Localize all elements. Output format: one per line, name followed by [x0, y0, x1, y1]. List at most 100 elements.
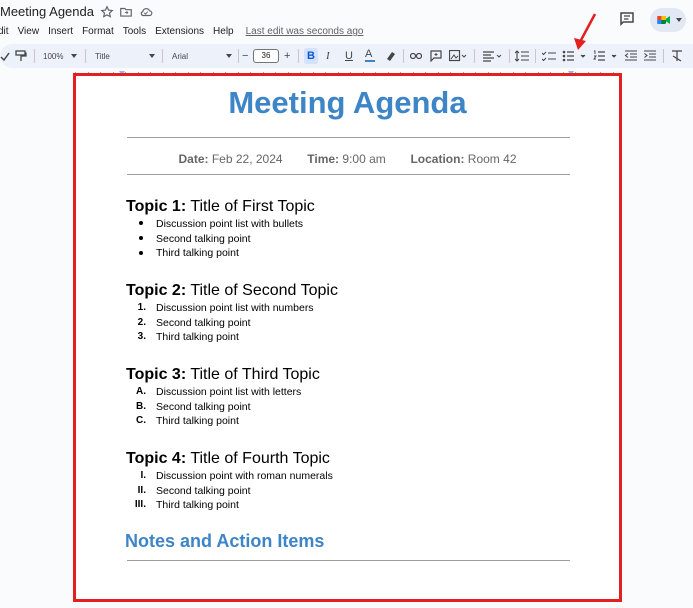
topic-title: Title of Fourth Topic: [190, 450, 330, 467]
star-icon[interactable]: [100, 5, 114, 19]
toolbar-divider: [34, 49, 35, 63]
topic-heading: Topic 3: Title of Third Topic: [126, 366, 320, 384]
document-page[interactable]: Meeting Agenda Date: Feb 22, 2024 Time: …: [73, 73, 622, 602]
menu-format[interactable]: Format: [82, 25, 114, 41]
underline-button[interactable]: U: [345, 48, 355, 64]
list-item[interactable]: II. Second talking point: [126, 485, 330, 500]
list-marker: B.: [136, 400, 146, 412]
toolbar-divider: [162, 49, 163, 63]
bold-button[interactable]: B: [304, 48, 318, 64]
bullet-icon: [126, 233, 150, 244]
list-marker: C.: [136, 415, 146, 427]
date-label: Date:: [178, 152, 209, 166]
clear-formatting-icon[interactable]: [671, 48, 683, 64]
list-item[interactable]: Third talking point: [126, 247, 315, 262]
insert-link-icon[interactable]: [410, 48, 422, 64]
topic-section[interactable]: Topic 3: Title of Third Topic A. Discussi…: [126, 366, 320, 430]
bullet-icon: [126, 218, 150, 229]
increase-indent-icon[interactable]: [643, 48, 657, 64]
topic-section[interactable]: Topic 4: Title of Fourth Topic I. Discuss…: [126, 450, 333, 514]
list-item[interactable]: 1. Discussion point list with numbers: [126, 302, 338, 317]
list-item[interactable]: Discussion point list with bullets: [126, 218, 315, 233]
font-dropdown-icon: [226, 54, 232, 58]
comments-button[interactable]: [616, 8, 638, 30]
list-marker: III.: [134, 499, 146, 511]
time-value: 9:00 am: [342, 152, 386, 166]
topic-title: Title of Second Topic: [190, 282, 338, 299]
annotation-arrow-icon: [574, 13, 597, 50]
list-item[interactable]: I. Discussion point with roman numerals: [126, 470, 332, 485]
paint-format-icon[interactable]: [15, 48, 27, 64]
document-title[interactable]: Meeting Agenda: [0, 4, 94, 19]
decrease-indent-icon[interactable]: [624, 48, 638, 64]
list-item[interactable]: A. Discussion point list with letters: [126, 386, 320, 401]
list-marker: 2.: [137, 316, 146, 328]
zoom-dropdown-icon: [71, 54, 77, 58]
menu-view[interactable]: View: [18, 25, 40, 41]
topic-title: Title of Third Topic: [190, 366, 320, 383]
toolbar-divider: [663, 49, 664, 63]
move-folder-icon[interactable]: [119, 5, 133, 19]
menu-insert[interactable]: Insert: [48, 25, 73, 41]
menu-help[interactable]: Help: [213, 25, 234, 41]
spellcheck-icon[interactable]: [0, 48, 10, 64]
font-size-input[interactable]: 36: [253, 49, 279, 63]
topic-label: Topic 4:: [126, 450, 187, 467]
list-item[interactable]: Second talking point: [126, 233, 315, 248]
line-spacing-icon[interactable]: [515, 48, 529, 64]
insert-image-icon[interactable]: [449, 48, 467, 64]
topic-section[interactable]: Topic 1: Title of First Topic Discussion…: [126, 198, 315, 262]
last-edit-link[interactable]: Last edit was seconds ago: [246, 25, 364, 41]
topic-label: Topic 3:: [126, 366, 187, 383]
document-heading[interactable]: Meeting Agenda: [76, 85, 619, 121]
add-comment-icon[interactable]: [430, 48, 442, 64]
menu-extensions[interactable]: Extensions: [155, 25, 204, 41]
topic-title: Title of First Topic: [190, 198, 315, 215]
topic-section[interactable]: Topic 2: Title of Second Topic 1. Discuss…: [126, 282, 338, 346]
toolbar-divider: [474, 49, 475, 63]
topic-label: Topic 2:: [126, 282, 187, 299]
toolbar-divider: [238, 49, 239, 63]
list-item[interactable]: 3. Third talking point: [126, 331, 338, 346]
font-family-select[interactable]: Arial: [172, 48, 232, 64]
horizontal-rule: [127, 137, 570, 138]
meet-icon: [656, 12, 672, 33]
toolbar-divider: [535, 49, 536, 63]
decrease-font-size-button[interactable]: −: [242, 48, 251, 64]
increase-font-size-button[interactable]: +: [284, 48, 293, 64]
notes-heading[interactable]: Notes and Action Items: [125, 531, 324, 552]
toolbar-divider: [85, 49, 86, 63]
list-marker: A.: [136, 386, 146, 397]
horizontal-rule: [127, 560, 570, 561]
list-item[interactable]: 2. Second talking point: [126, 317, 338, 332]
paragraph-style-value: Title: [95, 51, 110, 61]
list-item[interactable]: B. Second talking point: [126, 401, 320, 416]
toolbar-divider: [509, 49, 510, 63]
font-family-value: Arial: [172, 51, 189, 61]
list-marker: 1.: [137, 302, 146, 313]
paragraph-style-select[interactable]: Title: [95, 48, 155, 64]
topic-heading: Topic 2: Title of Second Topic: [126, 282, 338, 300]
menu-bar: dit View Insert Format Tools Extensions …: [0, 25, 363, 41]
zoom-select[interactable]: 100%: [43, 48, 77, 64]
list-marker: 3.: [137, 331, 146, 343]
meet-dropdown-icon: [676, 18, 682, 22]
location-value: Room 42: [467, 152, 517, 166]
align-icon[interactable]: [482, 48, 504, 64]
menu-edit[interactable]: dit: [0, 25, 9, 41]
list-item[interactable]: C. Third talking point: [126, 415, 320, 430]
text-color-button[interactable]: A: [365, 48, 375, 62]
zoom-value: 100%: [43, 51, 64, 61]
meeting-details[interactable]: Date: Feb 22, 2024 Time: 9:00 am Locatio…: [76, 152, 619, 166]
meet-button[interactable]: [650, 8, 686, 32]
list-item[interactable]: III. Third talking point: [126, 499, 330, 514]
date-value: Feb 22, 2024: [211, 152, 283, 166]
time-label: Time:: [307, 152, 340, 166]
highlight-color-icon[interactable]: [385, 48, 397, 64]
list-marker: II.: [137, 484, 146, 496]
cloud-saved-icon[interactable]: [139, 5, 153, 19]
checklist-icon[interactable]: [542, 48, 556, 64]
menu-tools[interactable]: Tools: [123, 25, 146, 41]
toolbar-divider: [298, 49, 299, 63]
italic-button[interactable]: I: [326, 48, 336, 64]
